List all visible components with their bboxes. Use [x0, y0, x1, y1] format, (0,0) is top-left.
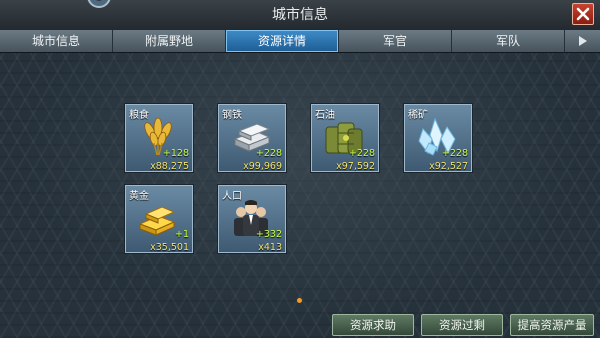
resource-total: x413: [258, 242, 282, 253]
chevron-right-icon: [578, 36, 587, 46]
resource-card-steel[interactable]: 钢铁 +228 x99,969: [218, 104, 286, 172]
resource-rate: +128: [162, 148, 189, 159]
tab-bar: 城市信息 附属野地 资源详情 军官 军队: [0, 30, 600, 53]
tab-troops[interactable]: 军队: [452, 30, 565, 52]
tab-city-info[interactable]: 城市信息: [0, 30, 113, 52]
resource-card-oil[interactable]: 石油 +228 x97,592: [311, 104, 379, 172]
resource-card-gold[interactable]: 黄金 +1 x35,501: [125, 185, 193, 253]
boost-production-button[interactable]: 提高资源产量: [510, 314, 594, 336]
resource-request-button[interactable]: 资源求助: [332, 314, 414, 336]
resource-rate: +228: [441, 148, 468, 159]
close-icon: [576, 7, 590, 21]
resource-total: x88,275: [150, 161, 189, 172]
resource-rate: +1: [174, 229, 189, 240]
resource-rate: +228: [348, 148, 375, 159]
gold-bars-icon: [138, 206, 176, 236]
resource-card-food[interactable]: 粮食 +128 x88,275: [125, 104, 193, 172]
resource-total: x99,969: [243, 161, 282, 172]
tab-officers[interactable]: 军官: [339, 30, 452, 52]
close-button[interactable]: [572, 3, 594, 25]
tab-attached-fields[interactable]: 附属野地: [113, 30, 226, 52]
tab-resource-details[interactable]: 资源详情: [226, 30, 339, 52]
resource-rate: +332: [255, 229, 282, 240]
resource-overflow-button[interactable]: 资源过剩: [421, 314, 503, 336]
resource-total: x97,592: [336, 161, 375, 172]
tab-scroll-right-button[interactable]: [565, 30, 600, 52]
resource-card-rare-ore[interactable]: 稀矿 +228 x92,527: [404, 104, 472, 172]
window-title: 城市信息: [272, 7, 328, 23]
page-indicator-dot: [297, 298, 302, 303]
resource-total: x92,527: [429, 161, 468, 172]
resource-total: x35,501: [150, 242, 189, 253]
resource-card-population[interactable]: 人口 +332 x413: [218, 185, 286, 253]
title-bar: 城市信息: [0, 0, 600, 31]
resource-rate: +228: [255, 148, 282, 159]
